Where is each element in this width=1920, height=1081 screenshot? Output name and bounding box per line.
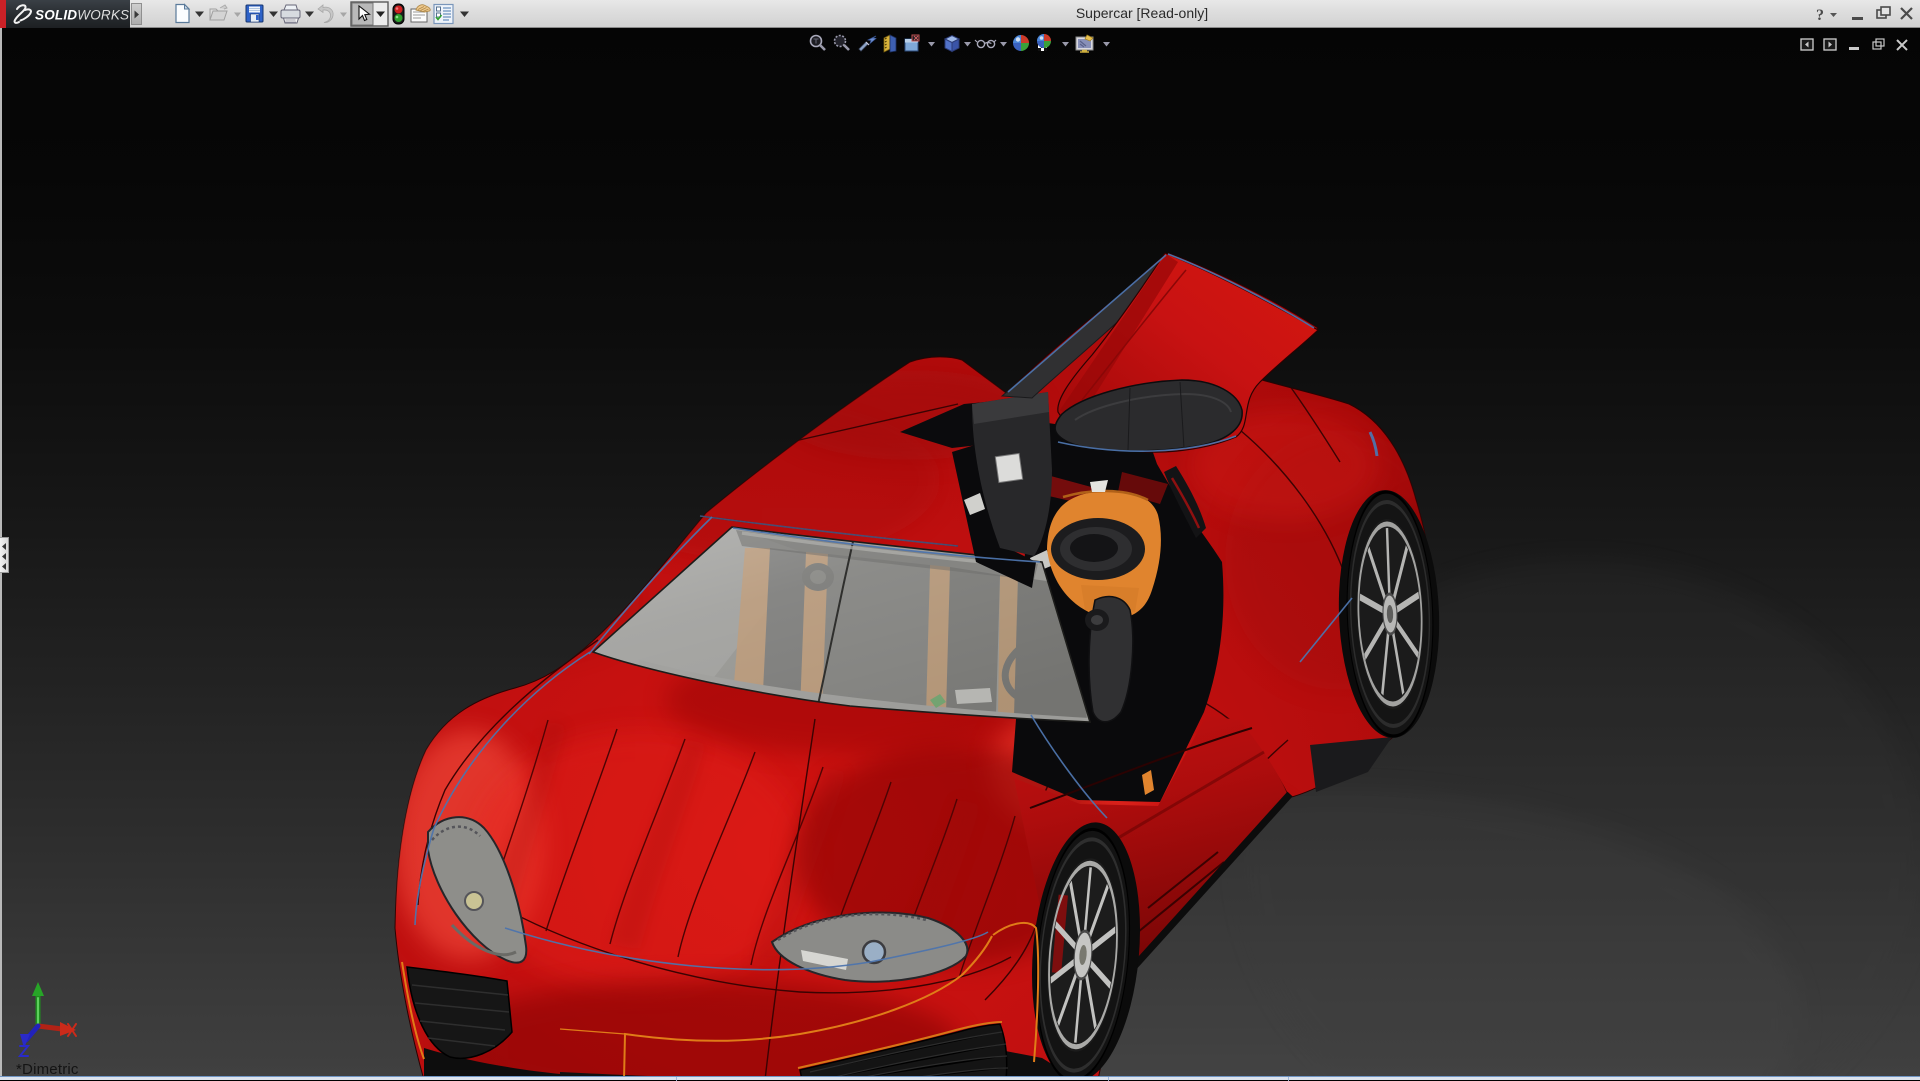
svg-text:SOLIDWORKS: SOLIDWORKS	[35, 8, 129, 23]
svg-text:?: ?	[1816, 7, 1824, 24]
